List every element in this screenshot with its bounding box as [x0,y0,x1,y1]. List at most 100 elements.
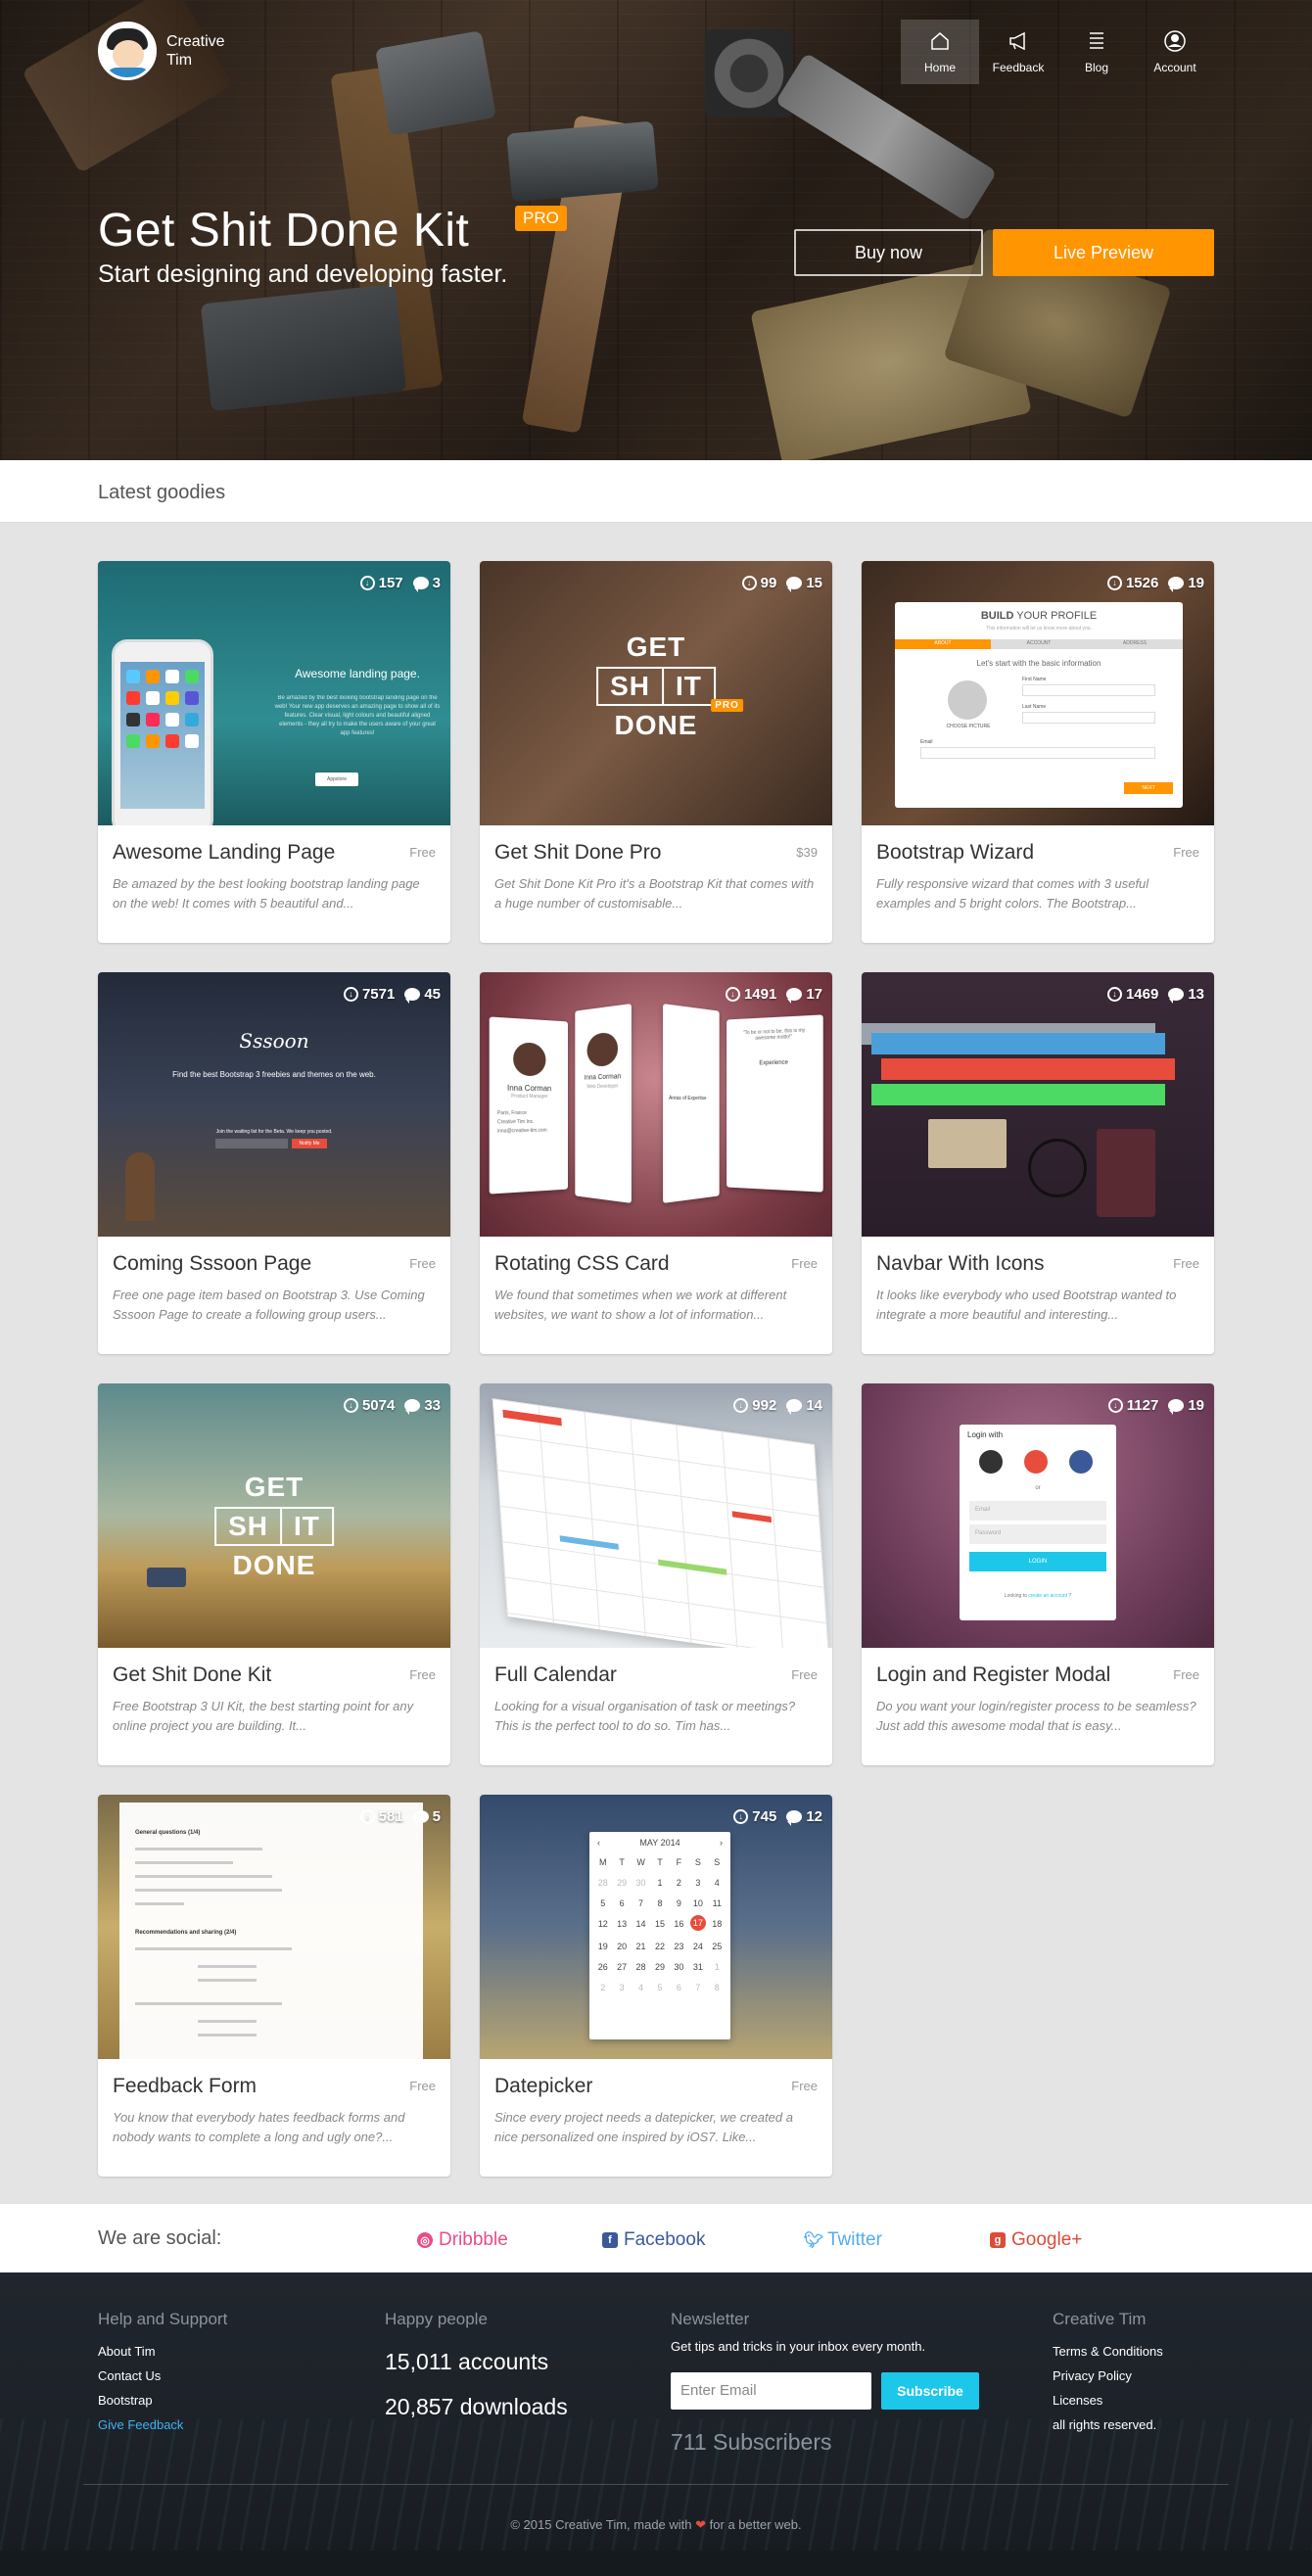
nav-item-feedback[interactable]: Feedback [979,20,1057,84]
card-thumbnail [862,972,1214,1237]
buy-now-button[interactable]: Buy now [794,229,983,276]
datepicker-weekday: M [598,1857,607,1867]
card-description: You know that everybody hates feedback f… [113,2110,405,2144]
download-icon: ↓ [733,1809,749,1824]
datepicker-day: 28 [635,1962,646,1972]
live-preview-button[interactable]: Live Preview [993,229,1214,276]
footer-people-column: Happy people 15,011 accounts 20,857 down… [385,2310,568,2429]
product-card-landing[interactable]: Awesome landing page. Be amazed by the b… [98,561,450,943]
bottom-strip [0,2551,1312,2576]
comment-count: 14 [806,1397,822,1414]
card-title[interactable]: Feedback Form [113,2075,257,2098]
card-price: Free [409,2079,436,2093]
comment-icon [786,1810,803,1826]
card-thumbnail: General questions (1/4) Recommendations … [98,1795,450,2059]
product-card-gsd-pro[interactable]: GET SH IT DONE PRO ↓ 99 15 Get Shit Done P… [480,561,832,943]
comment-icon [1168,1399,1185,1415]
footer-link-licenses[interactable]: Licenses [1053,2388,1163,2412]
datepicker-day: 23 [674,1942,684,1951]
subscribe-button[interactable]: Subscribe [881,2372,979,2410]
datepicker-day: 11 [712,1898,722,1908]
datepicker-day: 6 [619,1898,625,1908]
download-count: 157 [378,575,403,591]
megaphone-icon [1007,29,1030,53]
product-card-calendar[interactable]: ↓ 992 14 Full Calendar Free Looking for a… [480,1383,832,1765]
comment-count: 5 [432,1808,441,1825]
thumb-heading: Awesome landing page. [295,667,420,680]
product-card-datepicker[interactable]: ‹ MAY 2014 › M T W T F S S 28 29 30 1 2 3 4 5 6 7 8 9 10 11 12 1… [480,1795,832,2177]
footer-heading: Help and Support [98,2310,228,2328]
card-title[interactable]: Get Shit Done Kit [113,1663,271,1687]
datepicker-day: 10 [692,1898,703,1908]
comment-icon [786,577,803,592]
product-card-rotating[interactable]: Inna Corman Product Manager Paris, Franc… [480,972,832,1354]
accounts-count: 15,011 accounts [385,2349,549,2374]
twitter-link[interactable]: 🐦︎ Twitter [804,2229,882,2251]
datepicker-day: 3 [695,1878,701,1888]
datepicker-weekday: S [694,1857,701,1867]
card-price: Free [791,1256,818,1271]
card-description: Be amazed by the best looking bootstrap … [113,876,420,911]
nav-label: Feedback [992,61,1045,74]
datepicker-day: 18 [712,1919,723,1929]
card-title[interactable]: Rotating CSS Card [494,1252,670,1276]
card-description: Fully responsive wizard that comes with … [876,876,1149,911]
footer-link-about[interactable]: About Tim [98,2339,227,2364]
download-count: 1491 [743,986,777,1003]
download-count: 1127 [1126,1397,1159,1414]
comment-count: 13 [1188,986,1204,1003]
card-thumbnail [480,1383,832,1648]
googleplus-link[interactable]: g Google+ [990,2229,1082,2251]
footer-link-bootstrap[interactable]: Bootstrap [98,2388,227,2412]
card-title[interactable]: Login and Register Modal [876,1663,1110,1687]
footer-link-contact[interactable]: Contact Us [98,2364,227,2388]
product-card-gsd-kit[interactable]: GET SH IT DONE ↓ 5074 33 Get Shit Done Kit… [98,1383,450,1765]
datepicker-day: 4 [714,1878,720,1888]
footer-link-terms[interactable]: Terms & Conditions [1053,2339,1163,2364]
facebook-link[interactable]: f Facebook [602,2229,705,2251]
product-card-feedback[interactable]: General questions (1/4) Recommendations … [98,1795,450,2177]
nav-item-blog[interactable]: Blog [1057,20,1136,84]
card-title[interactable]: Navbar With Icons [876,1252,1045,1276]
nav-label: Account [1153,61,1196,74]
card-price: Free [409,845,436,860]
card-price: Free [791,2079,818,2093]
nav-item-home[interactable]: Home [901,20,979,84]
download-count: 7571 [361,986,396,1003]
footer-newsletter-column: Newsletter Get tips and tricks in your i… [671,2310,1004,2476]
product-card-login[interactable]: Login with or Email Password LOGIN Looki… [862,1383,1214,1765]
card-price: $39 [796,845,818,860]
wizard-mockup: BUILD YOUR PROFILE This information will… [895,602,1183,808]
card-stats: ↓ 157 3 [359,575,441,592]
nav-item-account[interactable]: Account [1136,20,1214,84]
dribbble-link[interactable]: ◎ Dribbble [417,2229,508,2251]
copyright: © 2015 Creative Tim, made with ❤ for a b… [0,2517,1312,2533]
card-title[interactable]: Datepicker [494,2075,592,2098]
newsletter-text: Get tips and tricks in your inbox every … [671,2339,926,2354]
card-title[interactable]: Bootstrap Wizard [876,841,1034,865]
download-count: 992 [752,1397,777,1414]
card-price: Free [409,1667,436,1682]
card-title[interactable]: Awesome Landing Page [113,841,335,865]
card-stats: ↓ 1491 17 [725,986,822,1004]
card-description: Do you want your login/register process … [876,1699,1196,1733]
datepicker-day: 15 [654,1919,665,1929]
card-title[interactable]: Full Calendar [494,1663,617,1687]
product-card-wizard[interactable]: BUILD YOUR PROFILE This information will… [862,561,1214,943]
brand-logo[interactable]: Creative Tim [98,22,245,80]
datepicker-day: 28 [597,1878,608,1888]
footer-link-privacy[interactable]: Privacy Policy [1053,2364,1163,2388]
footer-link-feedback[interactable]: Give Feedback [98,2412,227,2437]
download-count: 581 [378,1808,403,1825]
product-card-sssoon[interactable]: Sssoon Find the best Bootstrap 3 freebie… [98,972,450,1354]
card-description: It looks like everybody who used Bootstr… [876,1288,1177,1322]
email-field[interactable]: Enter Email [671,2372,871,2410]
card-title[interactable]: Get Shit Done Pro [494,841,661,865]
nav-label: Home [923,61,956,74]
download-count: 99 [760,575,777,591]
comment-count: 15 [806,575,822,591]
card-title[interactable]: Coming Sssoon Page [113,1252,311,1276]
datepicker-day: 19 [597,1942,608,1951]
thumb-text: Be amazed by the best looking bootstrap … [274,695,441,736]
product-card-navbar[interactable]: ↓ 1469 13 Navbar With Icons Free It looks… [862,972,1214,1354]
